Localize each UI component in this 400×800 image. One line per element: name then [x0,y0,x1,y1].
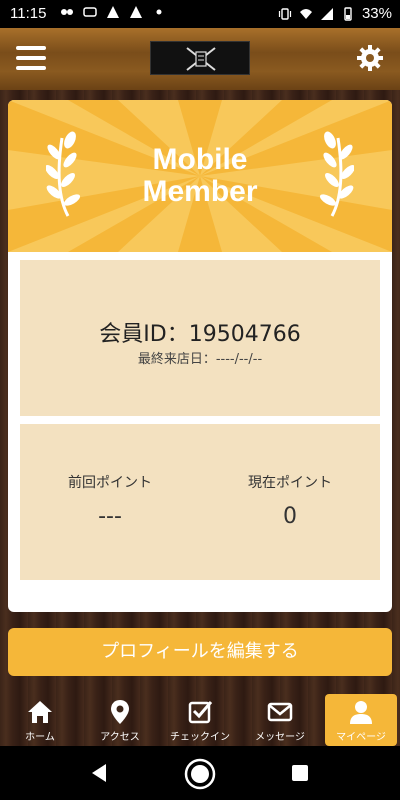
system-nav-bar [0,746,400,800]
status-time: 11:15 [10,5,47,22]
tab-access-label: アクセス [100,732,140,743]
tab-home[interactable]: ホーム [0,694,80,746]
wifi-icon [299,8,312,19]
app-notification-icon [61,9,73,15]
tab-checkin-label: チェックイン [170,732,230,743]
dot-icon [156,9,162,15]
tab-mypage-label: マイページ [336,732,386,743]
member-card-header: Mobile Member [8,100,392,252]
map-pin-icon [111,700,129,724]
member-card: Mobile Member 会員ID：19504766 最終来店日：----/-… [8,100,392,612]
current-points-value: 0 [283,504,297,529]
previous-points-value: --- [98,504,122,529]
status-bar: 11:15 33% [0,0,400,28]
previous-points-label: 前回ポイント [68,475,152,491]
home-icon [28,701,52,723]
signal-icon [320,7,333,20]
battery-percent: 33% [361,5,392,22]
tab-mypage[interactable]: マイページ [325,694,397,746]
alert-icon [107,6,119,18]
app-header [0,28,400,90]
nfc-icon [83,7,97,17]
back-icon[interactable] [88,762,110,784]
member-id-panel: 会員ID：19504766 最終来店日：----/--/-- [20,260,380,416]
gear-icon[interactable] [356,44,384,72]
user-icon [350,701,372,724]
member-id: 会員ID：19504766 [99,322,301,347]
tab-checkin[interactable]: チェックイン [160,694,240,746]
tab-message-label: メッセージ [255,732,305,743]
battery-icon [344,6,352,21]
shop-logo [150,41,250,75]
checkbox-icon [188,701,213,724]
current-points-label: 現在ポイント [248,475,332,491]
last-visit-date: 最終来店日：----/--/-- [137,352,263,367]
current-points: 現在ポイント 0 [200,472,380,529]
logo-emblem-icon [186,47,216,71]
hamburger-icon[interactable] [16,46,46,70]
tab-message[interactable]: メッセージ [240,694,320,746]
system-icons: 33% [278,5,392,22]
points-panel: 前回ポイント --- 現在ポイント 0 [20,424,380,580]
home-circle-icon[interactable] [184,758,216,790]
alert-icon [130,6,142,18]
mail-icon [267,702,293,722]
bottom-tab-bar: ホーム アクセス チェックイン メッセージ マイページ [0,694,400,746]
edit-profile-button[interactable]: プロフィールを編集する [8,628,392,676]
notification-icons [60,5,166,19]
tab-home-label: ホーム [25,732,55,743]
vibrate-icon [278,7,292,20]
tab-access[interactable]: アクセス [80,694,160,746]
recent-apps-icon[interactable] [290,763,310,783]
previous-points: 前回ポイント --- [20,472,200,529]
laurel-right-icon [319,131,354,217]
